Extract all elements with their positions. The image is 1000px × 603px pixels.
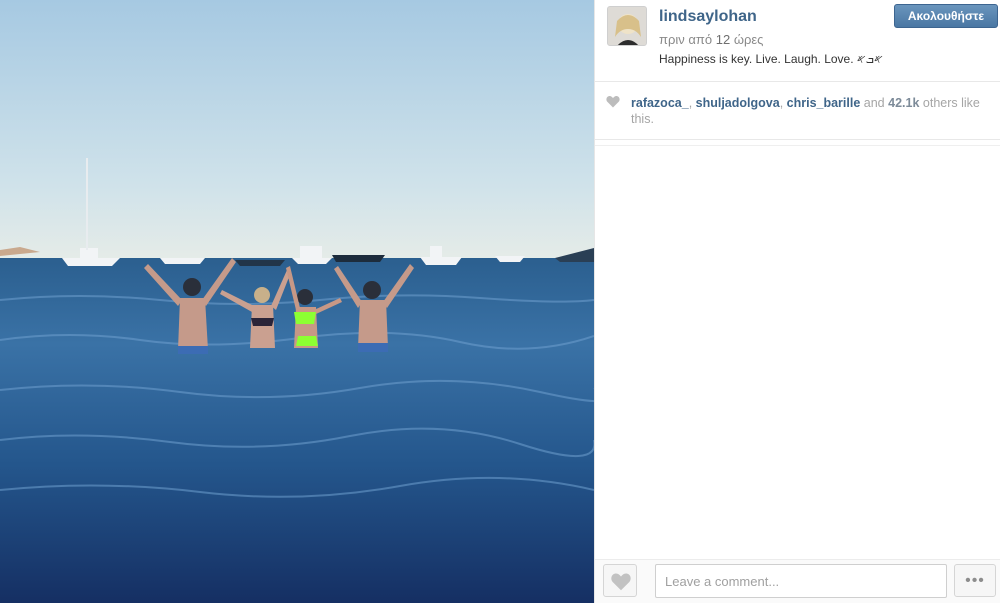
divider xyxy=(595,145,1000,146)
time-suffix: ώρες xyxy=(733,32,764,47)
more-options-button[interactable]: ••• xyxy=(954,564,996,597)
avatar[interactable] xyxy=(607,6,647,46)
time-number: 12 xyxy=(715,32,731,47)
likes-section: rafazoca_, shuljadolgova, chris_barille … xyxy=(595,83,1000,140)
post-photo[interactable] xyxy=(0,0,594,603)
heart-icon xyxy=(606,95,620,113)
liker-link[interactable]: chris_barille xyxy=(787,96,861,110)
comment-input[interactable] xyxy=(655,564,947,598)
follow-button[interactable]: Ακολουθήστε xyxy=(894,4,998,28)
photo-scene xyxy=(0,0,594,603)
liker-link[interactable]: rafazoca_ xyxy=(631,96,689,110)
liker-link[interactable]: shuljadolgova xyxy=(696,96,780,110)
likes-count[interactable]: 42.1k xyxy=(888,96,919,110)
post-detail-panel: lindsaylohan πριν από 12 ώρες Happiness … xyxy=(594,0,1000,603)
post-header: lindsaylohan πριν από 12 ώρες Happiness … xyxy=(595,0,1000,82)
post-timestamp: πριν από 12 ώρες xyxy=(659,32,763,47)
likes-text: rafazoca_, shuljadolgova, chris_barille … xyxy=(631,96,980,126)
like-button[interactable] xyxy=(603,564,637,597)
likes-and: and xyxy=(863,96,885,110)
comment-bar: ••• xyxy=(595,559,1000,603)
time-prefix: πριν από xyxy=(659,32,713,47)
username-link[interactable]: lindsaylohan xyxy=(659,8,757,26)
heart-icon xyxy=(611,573,631,591)
post-caption: Happiness is key. Live. Laugh. Love. 𐤀ܒ𐤀 xyxy=(659,52,883,66)
